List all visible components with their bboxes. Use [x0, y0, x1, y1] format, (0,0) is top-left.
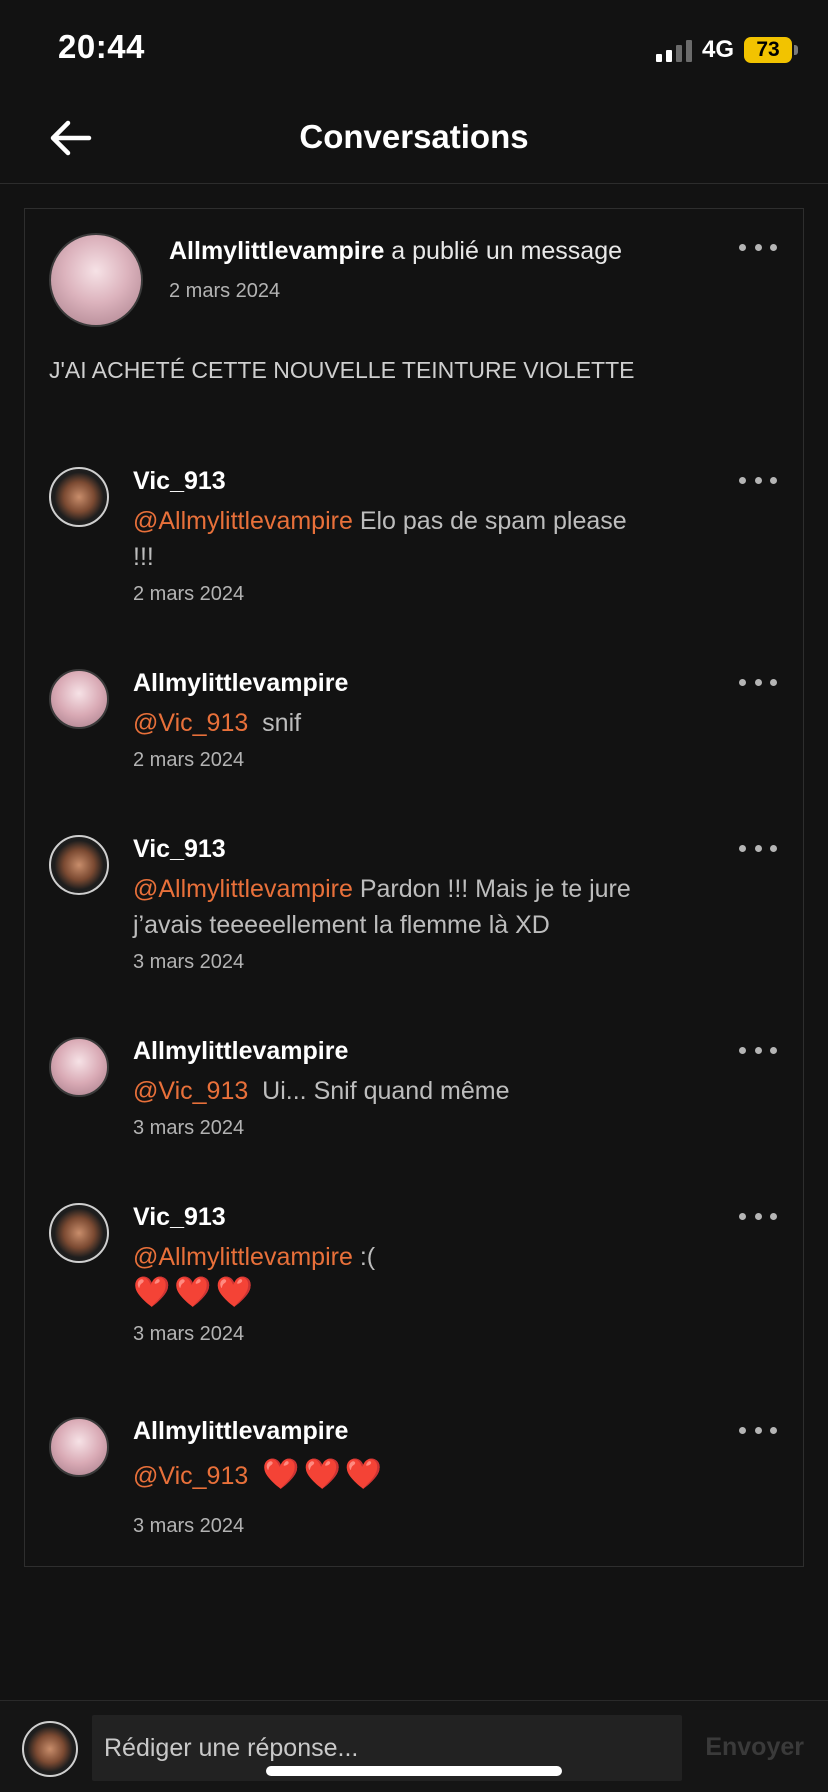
heart-emojis: ❤️❤️❤️ — [133, 1276, 258, 1309]
post-more-button[interactable] — [734, 232, 782, 262]
comment-more-button[interactable] — [734, 667, 782, 697]
dot — [754, 1046, 762, 1054]
comment-date: 2 mars 2024 — [133, 749, 245, 771]
top-nav-bar: Conversations — [0, 92, 828, 184]
comment-text: @Vic_913 Ui... Snif quand même — [133, 1073, 633, 1109]
battery-icon: 73 — [744, 37, 798, 63]
comment-more-button[interactable] — [734, 465, 782, 495]
comment-mention[interactable]: @Vic_913 — [133, 709, 248, 737]
comment-author[interactable]: Vic_913 — [133, 1203, 226, 1232]
network-label: 4G — [701, 36, 734, 63]
dot — [770, 1212, 777, 1220]
post-date: 2 mars 2024 — [169, 280, 281, 302]
battery-level: 73 — [756, 38, 780, 61]
comment-text: @Allmylittlevampire Elo pas de spam plea… — [133, 503, 633, 575]
comment-mention[interactable]: @Allmylittlevampire — [133, 507, 353, 535]
comment-more-button[interactable] — [734, 1415, 782, 1445]
comment-more-button[interactable] — [734, 833, 782, 863]
comment-mention[interactable]: @Vic_913 — [133, 1462, 248, 1490]
post-body: J'AI ACHETÉ CETTE NOUVELLE TEINTURE VIOL… — [49, 357, 635, 383]
dot — [770, 678, 777, 686]
comment-avatar[interactable] — [49, 1037, 109, 1097]
send-button[interactable]: Envoyer — [705, 1733, 804, 1762]
current-user-avatar — [22, 1721, 78, 1777]
heart-emojis: ❤️❤️❤️ — [262, 1458, 387, 1491]
dot — [754, 678, 762, 686]
comment-date: 3 mars 2024 — [133, 951, 245, 973]
comment-date: 3 mars 2024 — [133, 1323, 245, 1345]
comment-text: @Vic_913 snif — [133, 705, 633, 741]
dot — [739, 1046, 746, 1054]
comment-avatar[interactable] — [49, 1203, 109, 1263]
comment-mention[interactable]: @Allmylittlevampire — [133, 1243, 353, 1271]
signal-icon — [655, 38, 692, 62]
dot — [739, 844, 746, 852]
dot — [754, 1426, 762, 1434]
comment-body: :( — [352, 1243, 376, 1271]
status-time: 20:44 — [58, 28, 145, 65]
dot — [754, 1212, 762, 1220]
comment-avatar[interactable] — [49, 467, 109, 527]
comment-avatar[interactable] — [49, 1417, 109, 1477]
comment-body: snif — [248, 709, 302, 737]
comment-more-button[interactable] — [734, 1035, 782, 1065]
comment-date: 3 mars 2024 — [133, 1515, 245, 1537]
post-action: a publié un message — [384, 237, 623, 265]
comment-body: Ui... Snif quand même — [248, 1077, 510, 1105]
comment-author[interactable]: Vic_913 — [133, 835, 226, 864]
conversation-card: Allmylittlevampire a publié un message 2… — [24, 208, 804, 1567]
comment-mention[interactable]: @Vic_913 — [133, 1077, 248, 1105]
dot — [739, 678, 746, 686]
comment-avatar[interactable] — [49, 835, 109, 895]
comment-text: @Vic_913 ❤️❤️❤️ — [133, 1457, 633, 1494]
battery-tip — [794, 45, 798, 55]
comment-mention[interactable]: @Allmylittlevampire — [133, 875, 353, 903]
dot — [770, 1046, 777, 1054]
dot — [739, 476, 746, 484]
dot — [770, 243, 777, 251]
dot — [754, 476, 762, 484]
post-author-line: Allmylittlevampire a publié un message — [169, 237, 622, 266]
home-indicator — [266, 1766, 562, 1776]
page-title: Conversations — [299, 118, 529, 155]
dot — [739, 1426, 746, 1434]
status-bar: 20:44 4G 73 — [0, 0, 828, 92]
comment-date: 3 mars 2024 — [133, 1117, 245, 1139]
reply-bar: Envoyer — [0, 1700, 828, 1792]
dot — [770, 844, 777, 852]
dot — [754, 243, 762, 251]
comment-text: @Allmylittlevampire Pardon !!! Mais je t… — [133, 871, 633, 943]
dot — [754, 844, 762, 852]
comment-more-button[interactable] — [734, 1201, 782, 1231]
post-author-avatar[interactable] — [49, 233, 143, 327]
comment-author[interactable]: Allmylittlevampire — [133, 1037, 348, 1066]
post-author-name[interactable]: Allmylittlevampire — [169, 237, 384, 265]
comment-author[interactable]: Allmylittlevampire — [133, 669, 348, 698]
comment-avatar[interactable] — [49, 669, 109, 729]
dot — [770, 476, 777, 484]
comment-body — [248, 1462, 262, 1490]
comment-author[interactable]: Allmylittlevampire — [133, 1417, 348, 1446]
dot — [739, 1212, 746, 1220]
dot — [739, 243, 746, 251]
comment-date: 2 mars 2024 — [133, 583, 245, 605]
status-indicators: 4G 73 — [655, 36, 798, 64]
dot — [770, 1426, 777, 1434]
comment-author[interactable]: Vic_913 — [133, 467, 226, 496]
comment-text: @Allmylittlevampire :( ❤️❤️❤️ — [133, 1239, 633, 1312]
